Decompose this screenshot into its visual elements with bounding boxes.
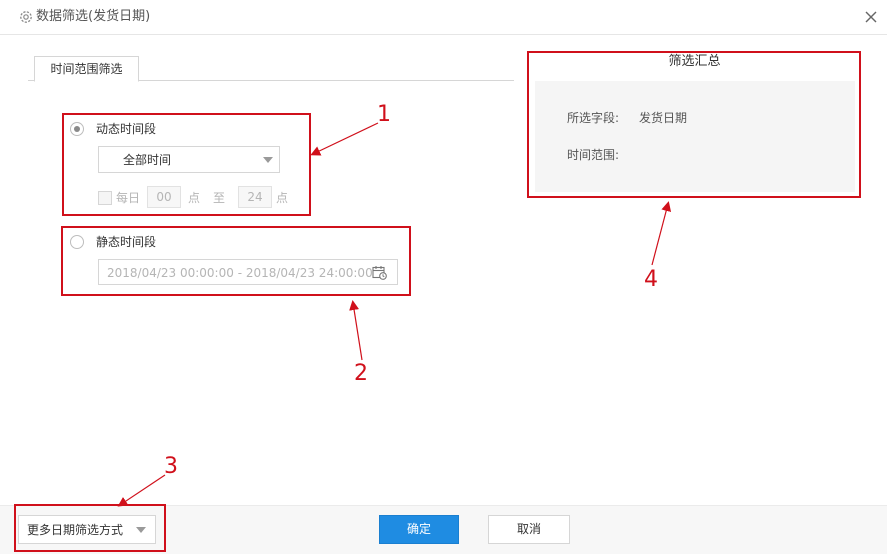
annotation-arrow-3 — [117, 474, 166, 507]
calendar-clock-icon[interactable] — [372, 265, 387, 280]
daily-checkbox[interactable] — [98, 191, 112, 205]
date-range-value: 2018/04/23 00:00:00 - 2018/04/23 24:00:0… — [107, 266, 373, 280]
tab-time-range[interactable]: 时间范围筛选 — [34, 56, 139, 82]
more-date-filter-value: 更多日期筛选方式 — [27, 523, 124, 537]
hour-unit-label-2: 点 — [276, 191, 289, 205]
dialog-titlebar: 数据筛选(发货日期) — [0, 0, 887, 35]
time-range-select[interactable]: 全部时间 — [98, 146, 280, 173]
summary-field-value: 发货日期 — [639, 111, 688, 125]
annotation-arrow-1 — [310, 122, 379, 156]
annotation-label-2: 2 — [354, 361, 368, 386]
gear-icon — [20, 11, 32, 23]
time-range-select-value: 全部时间 — [123, 153, 172, 167]
summary-panel — [535, 81, 855, 192]
date-range-input[interactable]: 2018/04/23 00:00:00 - 2018/04/23 24:00:0… — [98, 259, 398, 285]
summary-field-label: 所选字段: — [567, 111, 620, 125]
annotation-label-4: 4 — [644, 267, 658, 292]
dynamic-radio[interactable] — [70, 122, 84, 136]
summary-range-label: 时间范围: — [567, 148, 620, 162]
more-date-filter-select[interactable]: 更多日期筛选方式 — [18, 515, 156, 544]
close-icon[interactable] — [862, 8, 880, 26]
cancel-button[interactable]: 取消 — [488, 515, 570, 544]
dynamic-radio-label: 动态时间段 — [96, 122, 157, 136]
static-radio[interactable] — [70, 235, 84, 249]
chevron-down-icon — [136, 527, 146, 533]
annotation-label-1: 1 — [377, 102, 391, 127]
start-hour-input[interactable]: 00 — [147, 186, 181, 208]
annotation-arrow-2 — [349, 300, 363, 361]
annotation-label-3: 3 — [164, 454, 178, 479]
dialog-title: 数据筛选(发货日期) — [36, 9, 151, 24]
chevron-down-icon — [263, 157, 273, 163]
confirm-button[interactable]: 确定 — [379, 515, 459, 544]
hour-unit-label-1: 点 — [188, 191, 201, 205]
summary-title: 筛选汇总 — [668, 54, 721, 69]
daily-checkbox-label: 每日 — [116, 191, 141, 205]
static-radio-label: 静态时间段 — [96, 235, 157, 249]
annotation-arrow-4 — [651, 201, 672, 266]
end-hour-input[interactable]: 24 — [238, 186, 272, 208]
to-label: 至 — [213, 191, 226, 205]
